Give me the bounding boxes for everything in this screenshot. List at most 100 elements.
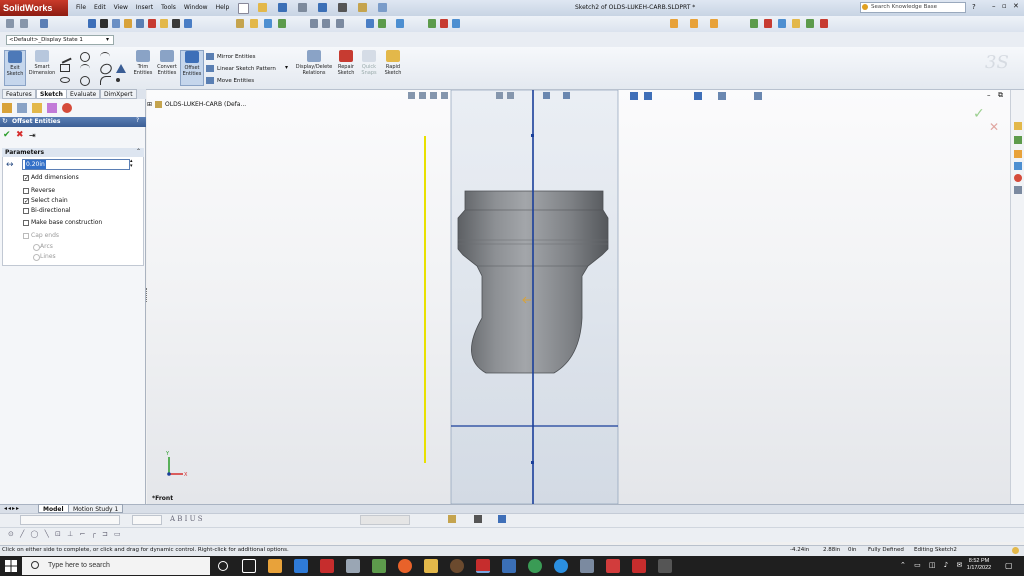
task-folder-icon[interactable] <box>670 19 678 28</box>
system-tray-icons[interactable]: ⌃ ▭ ◫ ♪ ✉ <box>900 561 965 569</box>
reverse-checkbox[interactable] <box>23 188 29 194</box>
confirm-cancel-icon[interactable]: ✕ <box>989 120 999 134</box>
previous-view-icon[interactable] <box>430 92 437 99</box>
section-view-icon[interactable] <box>396 19 404 28</box>
add-dimensions-checkbox[interactable]: ✓ <box>23 175 29 182</box>
hide-show-icon[interactable] <box>543 92 550 99</box>
app-taskbar-icon-4[interactable] <box>554 559 568 573</box>
spin-stepper[interactable]: ▴ ▾ <box>130 159 133 169</box>
centerpoint-circle-icon[interactable] <box>80 76 90 86</box>
maximize-window-icon[interactable]: ▫ <box>1002 2 1007 10</box>
apply-scene-icon[interactable] <box>694 92 702 100</box>
tab-motion-study[interactable]: Motion Study 1 <box>68 504 124 513</box>
solidworks-active-icon[interactable] <box>476 559 490 573</box>
taskbar-clock[interactable]: 8:52 PM 1/17/2022 <box>964 558 994 572</box>
menu-file[interactable]: File <box>72 3 90 13</box>
arcs-radio[interactable] <box>33 244 40 251</box>
new-document-icon[interactable] <box>238 3 249 14</box>
addin-icon-1[interactable] <box>750 19 758 28</box>
app-taskbar-icon-2[interactable] <box>372 559 386 573</box>
help-icon[interactable]: ? <box>972 3 976 11</box>
addin-icon-4[interactable] <box>792 19 800 28</box>
menu-window[interactable]: Window <box>180 3 212 13</box>
arc-tool-icon[interactable] <box>80 64 90 73</box>
app-taskbar-icon-7[interactable] <box>632 559 646 573</box>
text-format-icons[interactable]: A B I U S <box>170 515 203 523</box>
feature-tree-root[interactable]: OLDS-LUKEH-CARB (Defa... <box>165 101 246 108</box>
tab-evaluate[interactable]: Evaluate <box>66 89 101 99</box>
solidworks-taskbar-icon[interactable] <box>320 559 334 573</box>
display-style-icon[interactable] <box>507 92 514 99</box>
view-display-icon[interactable] <box>250 19 258 28</box>
task-view-icon[interactable] <box>242 559 256 573</box>
bi-directional-checkbox[interactable] <box>23 208 29 214</box>
section-view-icon[interactable] <box>441 92 448 99</box>
shaded-icon[interactable] <box>644 92 652 100</box>
zoom-fit-icon[interactable] <box>310 19 318 28</box>
app-taskbar-icon-1[interactable] <box>346 559 360 573</box>
taskbar-search-box[interactable]: Type here to search <box>22 557 210 575</box>
offset-distance-input[interactable]: 0.20in <box>22 159 130 170</box>
font-size-combo[interactable] <box>132 515 162 525</box>
sketch-sum-icon[interactable] <box>172 19 180 28</box>
slot-tool-icon[interactable] <box>60 77 70 83</box>
chevron-down-icon[interactable]: ▾ <box>285 64 288 71</box>
realview-icon[interactable] <box>452 19 460 28</box>
view-palette-icon[interactable] <box>1014 162 1022 170</box>
ok-check-icon[interactable]: ✔ <box>3 130 11 140</box>
linear-sketch-pattern-button[interactable]: Linear Sketch Pattern <box>206 64 276 74</box>
shaded-icon[interactable] <box>378 19 386 28</box>
file-explorer-taskbar-icon[interactable] <box>268 559 282 573</box>
toolbar-icon-2[interactable] <box>20 19 28 28</box>
design-library-icon[interactable] <box>1014 136 1022 144</box>
addin-icon-2[interactable] <box>764 19 772 28</box>
app-taskbar-icon-3[interactable] <box>502 559 516 573</box>
make-base-construction-checkbox[interactable] <box>23 220 29 226</box>
cortana-icon[interactable] <box>218 561 228 571</box>
firefox-icon[interactable] <box>398 559 412 573</box>
convert-entities-button[interactable]: Convert Entities <box>156 50 178 86</box>
print-icon[interactable] <box>298 3 307 12</box>
gimp-icon[interactable] <box>450 559 464 573</box>
zoom-area-icon[interactable] <box>322 19 330 28</box>
configuration-manager-icon[interactable] <box>32 103 42 113</box>
minimize-window-icon[interactable]: – <box>992 2 996 10</box>
offset-entities-button[interactable]: Offset Entities <box>180 50 204 86</box>
open-folder-icon[interactable] <box>258 3 267 12</box>
notification-icon[interactable]: ▢ <box>1005 561 1013 570</box>
help-icon[interactable]: ? <box>136 117 139 124</box>
rotate-icon[interactable] <box>336 19 344 28</box>
task-folder-icon-3[interactable] <box>710 19 718 28</box>
mirror-entities-button[interactable]: Mirror Entities <box>206 52 256 62</box>
view-section-icon[interactable] <box>264 19 272 28</box>
property-manager-icon[interactable] <box>17 103 27 113</box>
sketch-circle-icon[interactable] <box>112 19 120 28</box>
polygon-tool-icon[interactable] <box>116 64 126 73</box>
custom-properties-icon[interactable] <box>1014 186 1022 194</box>
cap-ends-checkbox[interactable] <box>23 233 29 239</box>
quick-snaps-button[interactable]: Quick Snaps <box>358 50 380 86</box>
realview-graphics-icon[interactable] <box>754 92 762 100</box>
repair-sketch-button[interactable]: Repair Sketch <box>336 50 356 86</box>
windows-start-icon[interactable] <box>5 560 17 572</box>
tab-sketch[interactable]: Sketch <box>36 89 67 99</box>
sketch-arc-icon[interactable] <box>124 19 132 28</box>
view-hide-icon[interactable] <box>278 19 286 28</box>
menu-edit[interactable]: Edit <box>90 3 110 13</box>
display-state-combo[interactable]: <Default>_Display State 1 <box>6 35 114 45</box>
scene-icon[interactable] <box>440 19 448 28</box>
display-manager-icon[interactable] <box>62 103 72 113</box>
search-knowledge-base-input[interactable]: Search Knowledge Base <box>860 2 966 13</box>
rectangle-tool-icon[interactable] <box>60 64 70 72</box>
sketch-spline-icon[interactable] <box>136 19 144 28</box>
appearance-icon[interactable] <box>428 19 436 28</box>
select-icon[interactable] <box>338 3 347 12</box>
folder-taskbar-icon[interactable] <box>424 559 438 573</box>
tab-dimxpert[interactable]: DimXpert <box>100 89 137 99</box>
app-taskbar-icon-6[interactable] <box>606 559 620 573</box>
rebuild-icon[interactable] <box>358 3 367 12</box>
app-taskbar-icon-5[interactable] <box>580 559 594 573</box>
sketch-fillet-icon[interactable] <box>184 19 192 28</box>
lines-radio[interactable] <box>33 254 40 261</box>
view-orientation-icon[interactable] <box>496 92 503 99</box>
